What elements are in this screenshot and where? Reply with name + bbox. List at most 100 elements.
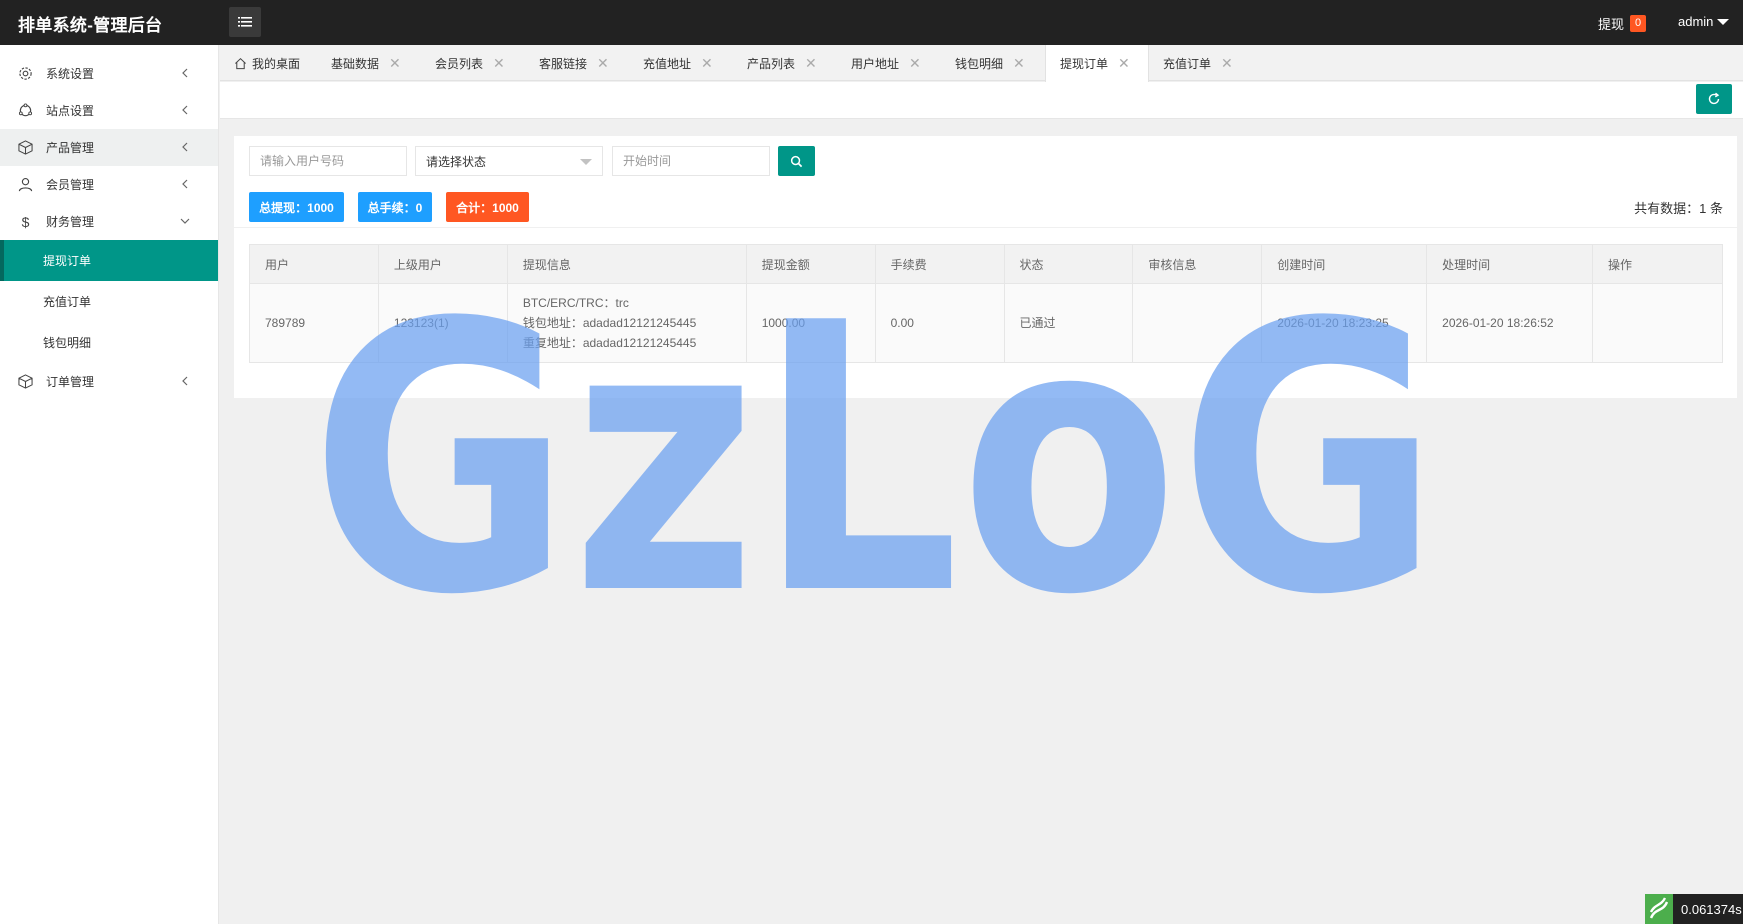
sidebar-subitem-wallet-details[interactable]: 钱包明细 [0,322,218,363]
tab-label: 我的桌面 [252,56,301,71]
close-icon[interactable]: ✕ [701,55,713,72]
cell-user: 789789 [249,283,379,363]
user-menu[interactable]: admin [1678,14,1730,29]
debug-timing: 0.061374s [1673,894,1743,924]
gear-icon [18,66,33,81]
tab-product-list[interactable]: 产品列表 ✕ [747,45,817,81]
sidebar-item-label: 系统设置 [46,67,95,81]
sidebar-item-orders[interactable]: 订单管理 [0,363,218,400]
column-header: 提现金额 [745,244,876,284]
refresh-button[interactable] [1696,84,1732,114]
search-button[interactable] [778,146,815,176]
sidebar-item-site-settings[interactable]: 站点设置 [0,92,218,129]
column-header: 操作 [1592,244,1723,284]
user-name: admin [1678,14,1714,29]
cell-processed-time: 2026-01-20 18:26:52 [1426,283,1594,363]
total-count-text: 共有数据：1 条 [1634,201,1723,216]
tab-wallet-details[interactable]: 钱包明细 ✕ [955,45,1025,81]
sidebar-item-label: 会员管理 [46,178,95,192]
chevron-left-icon [182,376,188,386]
cell-fee: 0.00 [874,283,1005,363]
column-header: 创建时间 [1261,244,1428,284]
tab-withdraw-orders[interactable]: 提现订单 ✕ [1045,45,1149,82]
close-icon[interactable]: ✕ [909,55,921,72]
sidebar-item-label: 订单管理 [46,375,95,389]
tab-label: 产品列表 [747,56,796,71]
cell-withdraw-info: BTC/ERC/TRC：trc 钱包地址：adadad12121245445 重… [506,283,747,363]
table-header-row: 用户 上级用户 提现信息 提现金额 手续费 状态 审核信息 创建时间 处理时间 … [249,244,1723,284]
close-icon[interactable]: ✕ [493,55,505,72]
dollar-icon: $ [21,213,30,230]
column-header: 提现信息 [506,244,747,284]
top-header: 排单系统-管理后台 提现 0 admin [0,0,1743,45]
total-fee-badge: 总手续：0 [358,192,432,222]
cell-parent-user: 123123(1) [377,283,508,363]
home-icon [235,57,246,69]
debug-logo-icon[interactable] [1645,894,1673,924]
close-icon[interactable]: ✕ [1013,55,1025,72]
sidebar-item-members[interactable]: 会员管理 [0,166,218,203]
info-wallet-address: 钱包地址：adadad12121245445 [522,316,697,330]
box-icon [18,140,33,155]
box-icon [18,374,33,389]
sidebar-item-finance[interactable]: $ 财务管理 [0,203,218,240]
sidebar-subitem-withdraw-orders[interactable]: 提现订单 [0,240,218,281]
sidebar-item-label: 站点设置 [46,104,95,118]
close-icon[interactable]: ✕ [597,55,609,72]
menu-toggle-button[interactable] [229,7,261,37]
app-title: 排单系统-管理后台 [18,16,163,35]
chevron-left-icon [182,68,188,78]
column-header: 上级用户 [377,244,508,284]
sidebar-item-products[interactable]: 产品管理 [0,129,218,166]
column-header: 状态 [1003,244,1134,284]
sidebar-item-label: 产品管理 [46,141,95,155]
tab-recharge-address[interactable]: 充值地址 ✕ [643,45,713,81]
user-icon [18,177,33,192]
sidebar-subitem-recharge-orders[interactable]: 充值订单 [0,281,218,322]
close-icon[interactable]: ✕ [805,55,817,72]
cell-status: 已通过 [1003,283,1134,363]
tab-home[interactable]: 我的桌面 [234,45,300,81]
start-time-input[interactable] [612,146,770,176]
caret-down-icon [1717,18,1730,25]
refresh-icon [1708,92,1720,105]
header-withdraw-link[interactable]: 提现 0 [1598,14,1647,33]
tab-label: 充值地址 [643,56,692,71]
column-header: 用户 [249,244,379,284]
table-row: 789789 123123(1) BTC/ERC/TRC：trc 钱包地址：ad… [249,283,1723,363]
dropdown-arrow-icon [580,159,592,165]
sidebar: 系统设置 站点设置 产品管理 会员管理 $ 财务管理 提现订单 充值订单 钱包明… [0,45,219,924]
chevron-left-icon [182,179,188,189]
info-repeat-address: 重复地址：adadad12121245445 [522,336,697,350]
tab-label: 充值订单 [1163,56,1212,71]
tab-member-list[interactable]: 会员列表 ✕ [435,45,505,81]
tab-basic-data[interactable]: 基础数据 ✕ [331,45,401,81]
tab-user-address[interactable]: 用户地址 ✕ [851,45,921,81]
column-header: 审核信息 [1132,244,1263,284]
sidebar-item-label: 财务管理 [46,215,95,229]
tab-label: 基础数据 [331,56,380,71]
close-icon[interactable]: ✕ [1118,55,1130,72]
tab-support-link[interactable]: 客服链接 ✕ [539,45,609,81]
cell-created-time: 2026-01-20 18:23:25 [1261,283,1428,363]
site-icon [18,103,33,118]
chevron-left-icon [182,142,188,152]
user-number-input[interactable] [249,146,407,176]
sidebar-item-system-settings[interactable]: 系统设置 [0,55,218,92]
page-toolbar [220,82,1743,119]
cell-review [1132,283,1263,363]
tab-bar: 我的桌面 基础数据 ✕ 会员列表 ✕ 客服链接 ✕ 充值地址 ✕ 产品列表 ✕ 用户地址 ✕… [220,45,1743,82]
tab-recharge-orders[interactable]: 充值订单 ✕ [1163,45,1233,81]
total-sum-badge: 合计：1000 [446,192,529,222]
tab-label: 客服链接 [539,56,588,71]
close-icon[interactable]: ✕ [1221,55,1233,72]
column-header: 处理时间 [1426,244,1594,284]
status-select[interactable]: 请选择状态 [415,146,603,176]
divider [234,227,1737,228]
chevron-down-icon [180,218,190,224]
header-withdraw-label: 提现 [1598,17,1625,32]
cell-actions [1592,283,1723,363]
menu-icon [238,17,252,27]
chevron-left-icon [182,105,188,115]
close-icon[interactable]: ✕ [389,55,401,72]
